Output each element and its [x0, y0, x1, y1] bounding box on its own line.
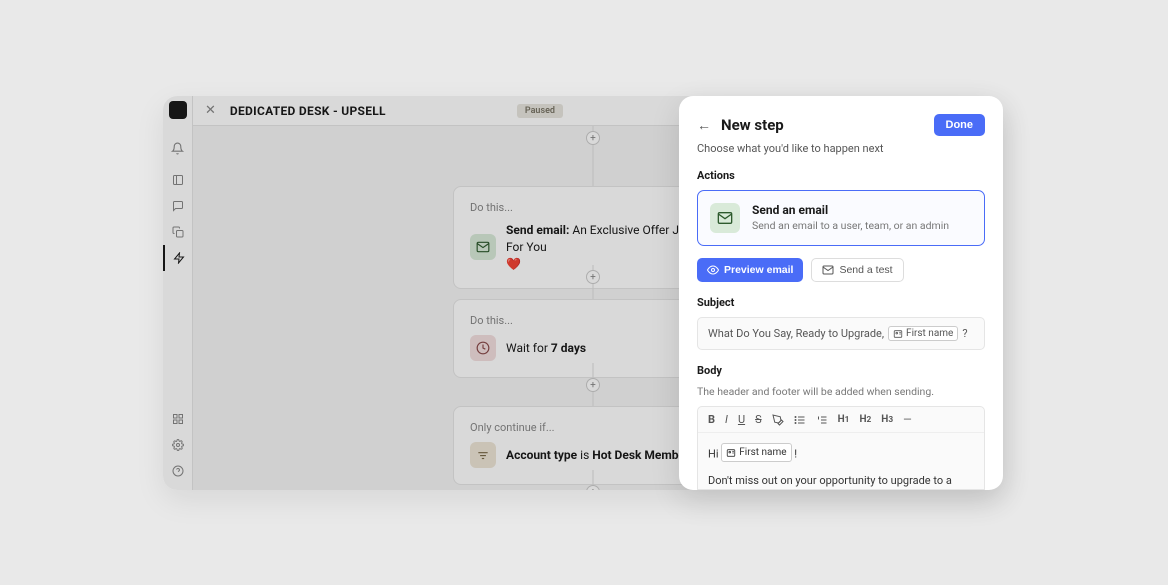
messages-icon[interactable]: [163, 193, 193, 219]
mail-icon: [710, 203, 740, 233]
strike-button[interactable]: S: [755, 413, 762, 426]
filter-icon: [470, 442, 496, 468]
numbered-list-button[interactable]: [816, 414, 828, 426]
notification-icon[interactable]: [163, 135, 193, 161]
automation-icon[interactable]: [163, 245, 193, 271]
add-step-button[interactable]: +: [586, 378, 600, 392]
divider-button[interactable]: —: [903, 413, 912, 426]
action-card-send-email[interactable]: Send an email Send an email to a user, t…: [697, 190, 985, 246]
merge-token-first-name[interactable]: First name: [721, 443, 791, 462]
highlight-button[interactable]: [772, 414, 784, 426]
send-test-button[interactable]: Send a test: [811, 258, 903, 282]
status-badge: Paused: [517, 104, 563, 118]
node-text: Account type is Hot Desk Member: [506, 447, 689, 464]
clock-icon: [470, 335, 496, 361]
panel-title: New step: [721, 116, 924, 134]
page-title: DEDICATED DESK - UPSELL: [230, 104, 386, 118]
email-body-editor: B I U S H1 H2 H3 — Hi First name: [697, 406, 985, 490]
copy-icon[interactable]: [163, 219, 193, 245]
layout-icon[interactable]: [163, 167, 193, 193]
done-button[interactable]: Done: [934, 114, 986, 136]
action-desc: Send an email to a user, team, or an adm…: [752, 219, 949, 232]
help-icon[interactable]: [163, 458, 193, 484]
subject-input[interactable]: What Do You Say, Ready to Upgrade, First…: [697, 317, 985, 350]
preview-email-button[interactable]: Preview email: [697, 258, 803, 282]
panel-subtitle: Choose what you'd like to happen next: [697, 142, 985, 155]
add-step-button[interactable]: +: [586, 270, 600, 284]
editor-toolbar: B I U S H1 H2 H3 —: [698, 407, 984, 433]
mail-icon: [470, 234, 496, 260]
actions-label: Actions: [697, 169, 985, 182]
underline-button[interactable]: U: [738, 413, 745, 426]
h3-button[interactable]: H3: [881, 414, 893, 425]
grid-icon[interactable]: [163, 406, 193, 432]
action-title: Send an email: [752, 203, 949, 217]
subject-label: Subject: [697, 296, 985, 309]
bullet-list-button[interactable]: [794, 414, 806, 426]
back-arrow-icon[interactable]: ←: [697, 117, 711, 134]
add-step-button[interactable]: +: [586, 485, 600, 490]
add-step-button[interactable]: +: [586, 131, 600, 145]
h1-button[interactable]: H1: [838, 414, 850, 425]
body-note: The header and footer will be added when…: [697, 385, 985, 398]
step-panel: ← New step Done Choose what you'd like t…: [679, 96, 1003, 490]
node-text: Wait for 7 days: [506, 340, 586, 357]
bold-button[interactable]: B: [708, 413, 715, 426]
sidebar: [163, 96, 193, 490]
editor-body[interactable]: Hi First name ! Don't miss out on your o…: [698, 433, 984, 489]
italic-button[interactable]: I: [725, 413, 728, 426]
body-label: Body: [697, 364, 985, 377]
logo: [169, 101, 187, 119]
close-icon[interactable]: ✕: [205, 103, 216, 118]
merge-token-first-name[interactable]: First name: [888, 326, 958, 341]
settings-icon[interactable]: [163, 432, 193, 458]
h2-button[interactable]: H2: [859, 414, 871, 425]
